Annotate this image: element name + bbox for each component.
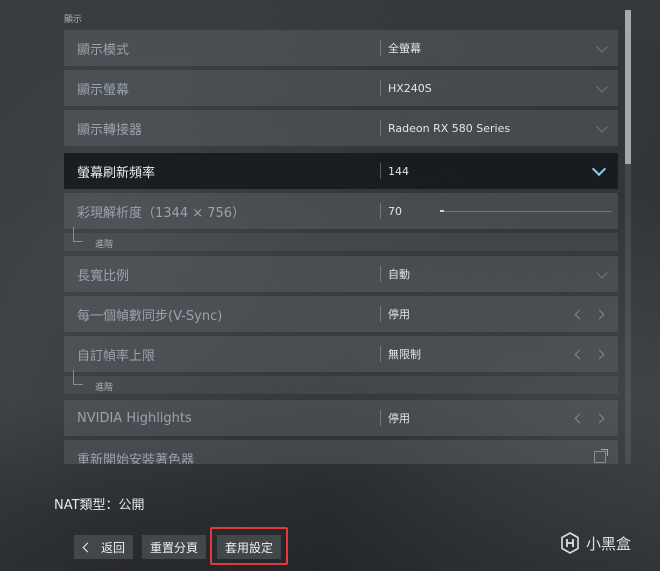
settings-list: 顯示模式 全螢幕 顯示螢幕 HX240S 顯示轉接器 Radeon RX 580… <box>64 30 618 464</box>
divider <box>380 306 381 322</box>
row-label: 每一個幀數同步(V-Sync) <box>77 308 223 324</box>
row-framerate-cap[interactable]: 自訂幀率上限 無限制 <box>64 336 618 372</box>
row-display-mode[interactable]: 顯示模式 全螢幕 <box>64 30 618 66</box>
resolution-slider-track[interactable] <box>440 211 612 212</box>
advanced-label: 進階 <box>95 240 114 250</box>
divider <box>380 410 381 426</box>
row-label: 螢幕刷新頻率 <box>77 165 156 181</box>
chevron-down-icon[interactable] <box>596 41 608 53</box>
row-value: 全螢幕 <box>388 42 421 55</box>
reset-tab-label: 重置分頁 <box>150 540 199 555</box>
row-label: 顯示螢幕 <box>77 82 130 98</box>
watermark-text: 小黑盒 <box>586 534 632 553</box>
tree-bracket-icon <box>73 227 83 242</box>
row-label: 長寬比例 <box>77 268 130 284</box>
arrow-left-icon[interactable] <box>574 349 585 360</box>
row-value: 停用 <box>388 308 410 321</box>
row-value: 停用 <box>388 412 410 425</box>
external-link-icon[interactable] <box>594 449 608 463</box>
row-display-adapter[interactable]: 顯示轉接器 Radeon RX 580 Series <box>64 110 618 146</box>
chevron-down-icon[interactable] <box>596 81 608 93</box>
row-value: 無限制 <box>388 348 421 361</box>
divider <box>380 163 381 179</box>
arrow-left-icon[interactable] <box>574 309 585 320</box>
scrollbar-thumb[interactable] <box>625 10 631 164</box>
row-value: 自動 <box>388 268 410 281</box>
section-header: 顯示 <box>64 15 83 25</box>
divider <box>380 40 381 56</box>
heybox-logo-icon <box>561 532 579 554</box>
row-aspect-ratio[interactable]: 長寬比例 自動 <box>64 256 618 292</box>
divider <box>380 266 381 282</box>
arrow-right-icon[interactable] <box>594 309 605 320</box>
row-value: Radeon RX 580 Series <box>388 121 511 135</box>
row-value: HX240S <box>388 81 432 95</box>
highlight-annotation <box>210 527 288 565</box>
chevron-left-icon <box>82 542 93 552</box>
divider <box>380 203 381 219</box>
row-vsync[interactable]: 每一個幀數同步(V-Sync) 停用 <box>64 296 618 332</box>
chevron-down-icon[interactable] <box>596 267 608 279</box>
back-button[interactable]: 返回 <box>74 535 134 559</box>
row-value: 70 <box>388 204 402 218</box>
back-label: 返回 <box>101 540 126 555</box>
advanced-subrow-1[interactable]: 進階 <box>64 227 618 251</box>
advanced-subrow-2[interactable]: 進階 <box>64 370 618 394</box>
row-display-monitor[interactable]: 顯示螢幕 HX240S <box>64 70 618 106</box>
row-label: 顯示模式 <box>77 42 130 58</box>
row-label: 彩現解析度（1344 × 756） <box>77 205 246 221</box>
arrow-right-icon[interactable] <box>594 349 605 360</box>
scrollbar[interactable] <box>625 10 631 464</box>
watermark: 小黑盒 <box>560 532 631 554</box>
divider <box>380 80 381 96</box>
row-render-resolution[interactable]: 彩現解析度（1344 × 756） 70 <box>64 193 618 229</box>
row-label: 自訂幀率上限 <box>77 348 156 364</box>
chevron-down-icon[interactable] <box>596 121 608 133</box>
row-refresh-rate[interactable]: 螢幕刷新頻率 144 <box>64 153 618 189</box>
row-label: 重新開始安裝著色器 <box>77 452 195 465</box>
row-label: 顯示轉接器 <box>77 122 143 138</box>
nat-type: NAT類型：公開 <box>54 498 145 513</box>
row-value: 144 <box>388 164 409 178</box>
chevron-down-icon[interactable] <box>591 161 607 177</box>
row-nvidia-highlights[interactable]: NVIDIA Highlights 停用 <box>64 400 618 436</box>
divider <box>380 346 381 362</box>
resolution-slider-handle[interactable] <box>440 210 444 212</box>
arrow-left-icon[interactable] <box>574 413 585 424</box>
reset-tab-button[interactable]: 重置分頁 <box>142 535 207 559</box>
advanced-label: 進階 <box>95 383 114 393</box>
divider <box>380 120 381 136</box>
arrow-right-icon[interactable] <box>594 413 605 424</box>
tree-bracket-icon <box>73 370 83 385</box>
row-reinstall-shaders[interactable]: 重新開始安裝著色器 <box>64 440 618 464</box>
row-label: NVIDIA Highlights <box>77 410 192 426</box>
